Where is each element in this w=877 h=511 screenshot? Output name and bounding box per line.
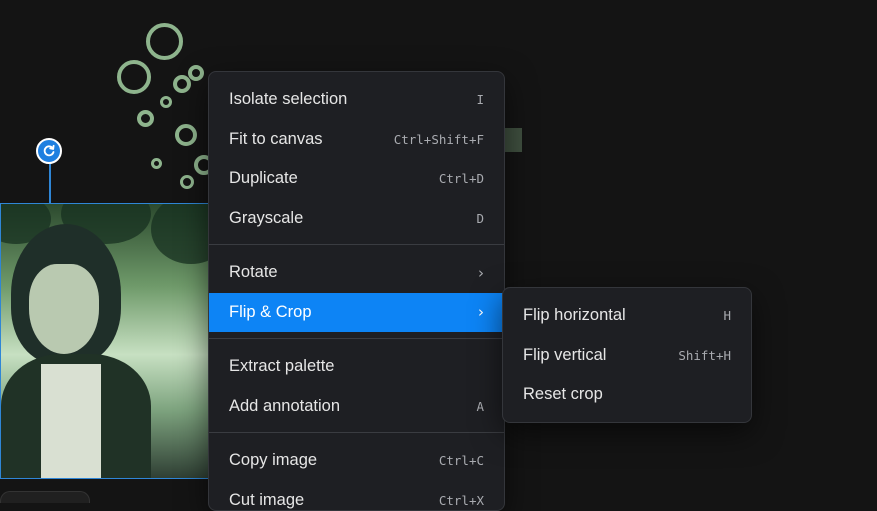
menu-item-fit-to-canvas[interactable]: Fit to canvasCtrl+Shift+F: [209, 120, 504, 160]
menu-item-isolate-selection[interactable]: Isolate selectionI: [209, 80, 504, 120]
selected-image[interactable]: [0, 203, 210, 479]
chevron-right-icon: ›: [478, 264, 484, 282]
menu-item-flip-vertical[interactable]: Flip verticalShift+H: [503, 336, 751, 376]
menu-item-reset-crop[interactable]: Reset crop: [503, 375, 751, 415]
menu-item-label: Add annotation: [229, 397, 476, 416]
menu-item-extract-palette[interactable]: Extract palette: [209, 347, 504, 387]
menu-item-label: Flip & Crop: [229, 303, 478, 322]
menu-item-shortcut: Ctrl+X: [439, 493, 484, 508]
menu-item-shortcut: D: [476, 211, 484, 226]
chevron-right-icon: ›: [478, 303, 484, 321]
canvas[interactable]: Isolate selectionIFit to canvasCtrl+Shif…: [0, 0, 877, 501]
menu-item-shortcut: Ctrl+D: [439, 171, 484, 186]
bottom-toolbar-chip[interactable]: [0, 491, 90, 503]
menu-item-label: Duplicate: [229, 169, 439, 188]
menu-item-shortcut: Shift+H: [678, 348, 731, 363]
menu-separator: [209, 338, 504, 339]
menu-item-grayscale[interactable]: GrayscaleD: [209, 199, 504, 239]
canvas-object-edge[interactable]: [503, 128, 522, 152]
menu-item-shortcut: I: [476, 92, 484, 107]
menu-separator: [209, 432, 504, 433]
menu-item-label: Grayscale: [229, 209, 476, 228]
menu-item-label: Flip vertical: [523, 346, 678, 365]
menu-item-label: Extract palette: [229, 357, 484, 376]
menu-item-copy-image[interactable]: Copy imageCtrl+C: [209, 441, 504, 481]
menu-item-label: Cut image: [229, 491, 439, 510]
menu-item-label: Flip horizontal: [523, 306, 723, 325]
menu-separator: [209, 244, 504, 245]
rotate-handle[interactable]: [36, 138, 62, 164]
menu-item-label: Fit to canvas: [229, 130, 394, 149]
menu-item-label: Isolate selection: [229, 90, 476, 109]
menu-item-label: Rotate: [229, 263, 478, 282]
menu-item-shortcut: A: [476, 399, 484, 414]
rotate-handle-stem: [49, 163, 51, 203]
menu-item-duplicate[interactable]: DuplicateCtrl+D: [209, 159, 504, 199]
menu-item-rotate[interactable]: Rotate›: [209, 253, 504, 293]
rotate-icon: [42, 144, 56, 158]
menu-item-cut-image[interactable]: Cut imageCtrl+X: [209, 481, 504, 511]
menu-item-label: Reset crop: [523, 385, 731, 404]
menu-item-add-annotation[interactable]: Add annotationA: [209, 387, 504, 427]
menu-item-shortcut: H: [723, 308, 731, 323]
menu-item-flip-horizontal[interactable]: Flip horizontalH: [503, 296, 751, 336]
menu-item-flip-and-crop[interactable]: Flip & Crop›: [209, 293, 504, 333]
menu-item-shortcut: Ctrl+Shift+F: [394, 132, 484, 147]
menu-item-label: Copy image: [229, 451, 439, 470]
menu-item-shortcut: Ctrl+C: [439, 453, 484, 468]
context-menu: Isolate selectionIFit to canvasCtrl+Shif…: [208, 71, 505, 511]
flip-crop-submenu: Flip horizontalHFlip verticalShift+HRese…: [502, 287, 752, 423]
